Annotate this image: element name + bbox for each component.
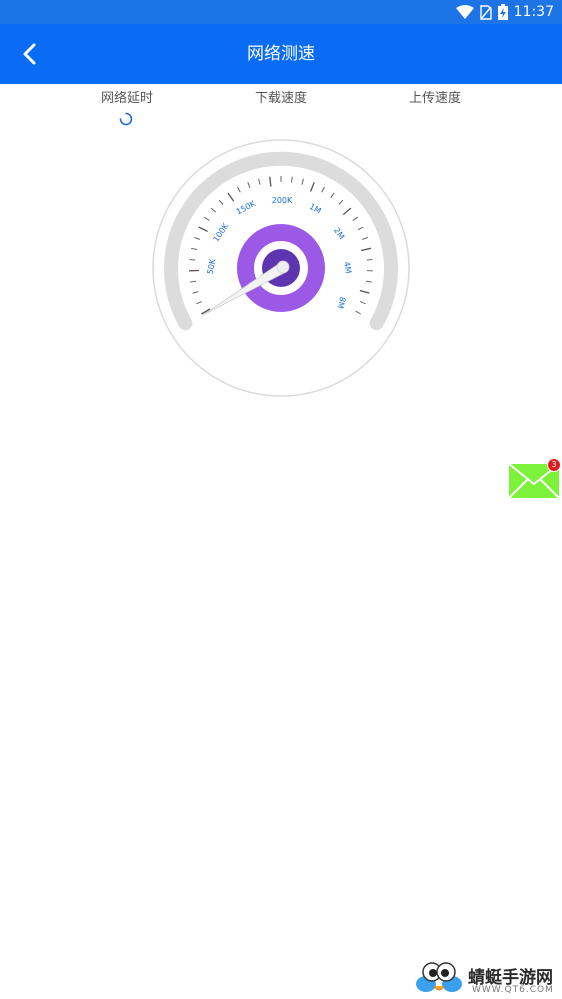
battery-charging-icon: [497, 4, 508, 20]
status-time: 11:37: [513, 4, 554, 20]
gauge-tick: [189, 259, 196, 261]
page-title: 网络测速: [247, 44, 315, 64]
status-bar: 11:37: [0, 0, 562, 24]
loading-spinner-icon: [119, 112, 133, 126]
back-button[interactable]: [14, 38, 46, 70]
speed-gauge: 50K 100K 150K 200K 1M 2M 4M 8M: [152, 139, 410, 397]
metric-upload: 上传速度: [375, 88, 495, 110]
mail-badge: 3: [547, 458, 561, 472]
watermark-url: WWW.QT6.COM: [472, 985, 554, 995]
metric-latency-label: 网络延时: [100, 91, 153, 106]
gauge-tick: [366, 259, 373, 261]
app-bar: 网络测速: [0, 24, 562, 84]
scale-label-200k: 200K: [272, 196, 293, 205]
metrics-row: 网络延时 下载速度 上传速度: [0, 88, 562, 128]
metric-download: 下载速度: [221, 88, 341, 110]
wifi-icon: [455, 5, 474, 19]
status-icons: 11:37: [455, 0, 554, 24]
chevron-left-icon: [23, 43, 36, 65]
watermark: 蜻蜓手游网 WWW.QT6.COM: [412, 958, 562, 999]
mail-button[interactable]: 3: [508, 458, 561, 499]
no-sim-icon: [479, 4, 492, 20]
metric-download-label: 下载速度: [254, 91, 307, 106]
metric-latency: 网络延时: [67, 88, 187, 126]
metric-upload-label: 上传速度: [408, 91, 461, 106]
dragonfly-logo-icon: [416, 962, 462, 992]
